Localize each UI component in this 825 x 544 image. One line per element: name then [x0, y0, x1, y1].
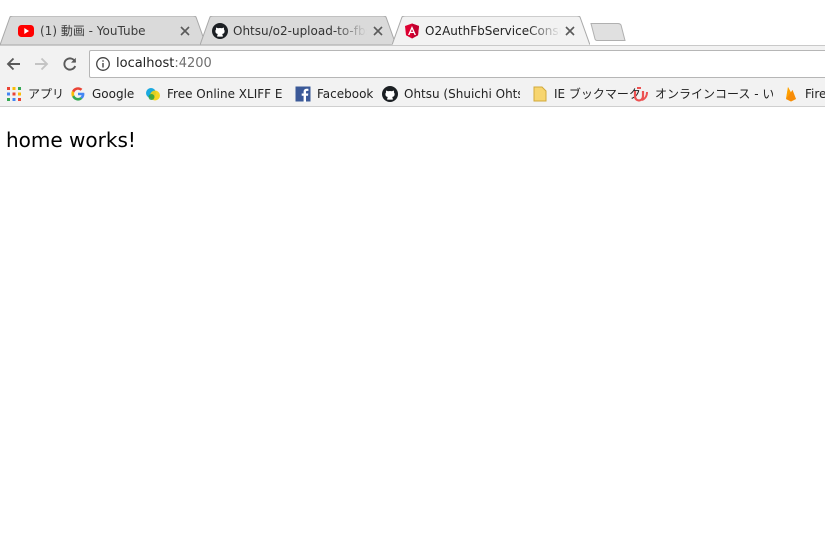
bookmark-udemy[interactable]: オンラインコース - いつで [633, 85, 773, 103]
facebook-icon [295, 86, 311, 102]
udemy-icon [633, 87, 648, 102]
tab-title: O2AuthFbServiceConsum [425, 24, 561, 38]
url-host: localhost [116, 56, 175, 71]
github-icon [382, 86, 398, 102]
bookmark-label: Fire [805, 87, 825, 101]
url-text[interactable]: localhost:4200 [116, 55, 212, 73]
tab-youtube[interactable]: (1) 動画 - YouTube [0, 16, 206, 45]
google-icon [71, 87, 85, 101]
toolbar: localhost:4200 [0, 45, 825, 82]
github-icon [212, 23, 228, 39]
close-icon[interactable] [178, 24, 192, 38]
apps-grid-icon [7, 87, 21, 101]
youtube-icon [18, 25, 34, 37]
page-content: home works! [0, 107, 825, 544]
address-bar[interactable]: localhost:4200 [89, 50, 825, 78]
info-icon[interactable] [95, 56, 111, 72]
bookmark-label: IE ブックマーク [554, 87, 641, 101]
bookmark-label: Google [92, 87, 135, 101]
tab-github[interactable]: Ohtsu/o2-upload-to-fbs [200, 16, 396, 45]
bookmark-apps[interactable]: アプリ [6, 85, 65, 103]
firebase-icon [786, 87, 796, 102]
bookmark-firebase[interactable]: Fire [783, 85, 825, 103]
bookmark-github-ohtsu[interactable]: Ohtsu (Shuichi Ohtsu [382, 85, 522, 103]
bookmark-facebook[interactable]: Facebook [295, 85, 375, 103]
xliff-icon [146, 88, 160, 101]
angular-icon [405, 23, 419, 39]
close-icon[interactable] [371, 24, 385, 38]
bookmark-xliff[interactable]: Free Online XLIFF Edit [145, 85, 285, 103]
close-icon[interactable] [563, 24, 577, 38]
url-port: :4200 [174, 56, 212, 71]
folder-icon [533, 86, 547, 102]
bookmark-label: Free Online XLIFF Edit [167, 87, 283, 101]
bookmark-google[interactable]: Google [70, 85, 136, 103]
forward-arrow-icon[interactable] [31, 54, 51, 74]
bookmark-folder-ie[interactable]: IE ブックマーク [532, 85, 641, 103]
bookmark-label: Ohtsu (Shuichi Ohtsu [404, 87, 520, 101]
tab-title: Ohtsu/o2-upload-to-fbs [233, 24, 367, 38]
new-tab-button[interactable] [590, 23, 626, 41]
page-text: home works! [6, 128, 136, 152]
bookmark-label: アプリ [28, 87, 65, 101]
bookmarks-bar: アプリ Google Free Online XLIFF Edit Facebo… [0, 82, 825, 107]
back-arrow-icon[interactable] [4, 54, 24, 74]
tab-strip: (1) 動画 - YouTube Ohtsu/o2-upload-to-fbs … [0, 0, 825, 45]
tab-title: (1) 動画 - YouTube [40, 24, 146, 38]
bookmark-label: オンラインコース - いつで [655, 87, 773, 101]
bookmark-label: Facebook [317, 87, 374, 101]
reload-icon[interactable] [60, 54, 80, 74]
tab-angular-active[interactable]: O2AuthFbServiceConsum [392, 16, 590, 45]
